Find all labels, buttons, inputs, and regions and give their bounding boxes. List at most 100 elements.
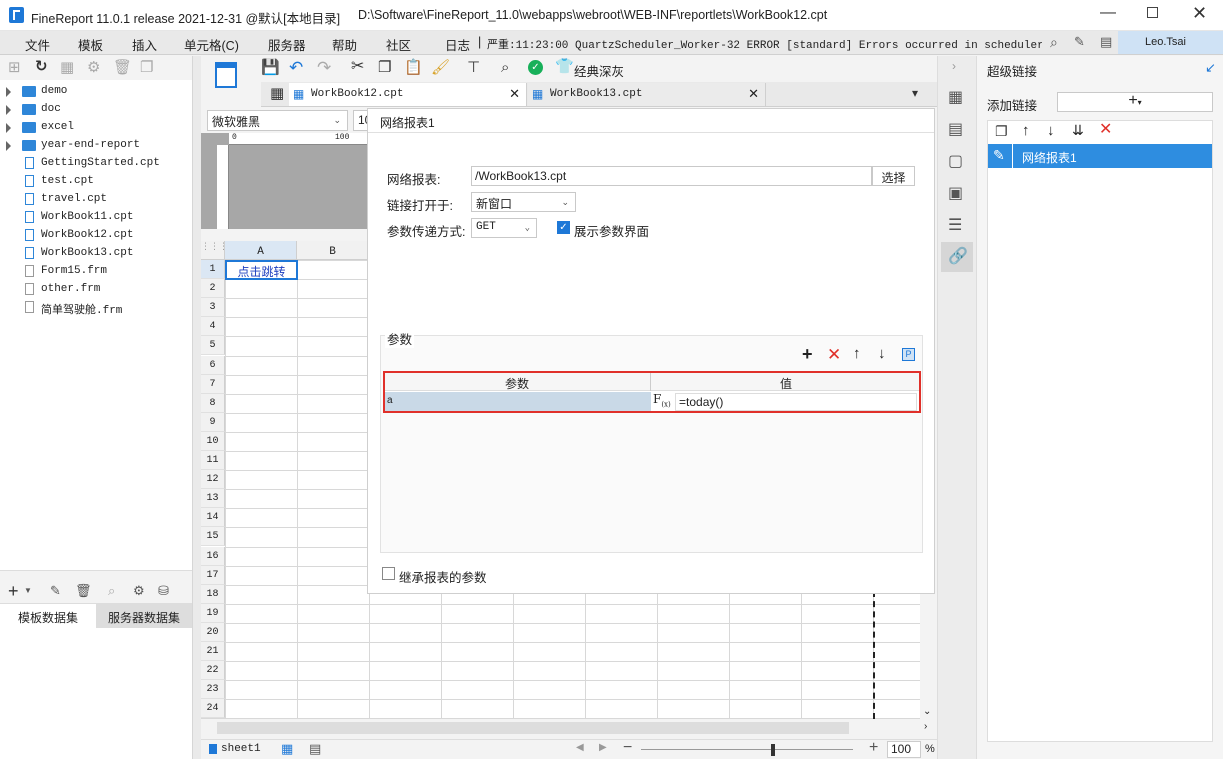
maximize-button[interactable] [1147,7,1158,18]
theme-icon[interactable]: 👕 [555,59,574,74]
preview-icon[interactable]: ⌕ [501,60,509,75]
param-p-icon[interactable]: P [902,348,915,361]
zoom-out-icon[interactable]: − [623,740,632,756]
float-element-icon[interactable]: ▢ [948,154,963,170]
row-header[interactable]: 5 [201,336,225,355]
report-path-input[interactable] [471,166,872,186]
cut-icon[interactable]: ✂ [351,59,364,75]
add-link-button[interactable]: +▾ [1057,92,1213,112]
link-down-icon[interactable]: ↓ [1047,123,1055,138]
menu-cell[interactable]: 单元格(C) [184,35,239,54]
tab-workbook13[interactable]: ▦ WorkBook13.cpt ✕ [528,83,766,106]
minimize-button[interactable]: — [1100,4,1116,22]
feedback-icon[interactable]: ✎ [1074,35,1085,48]
row-header[interactable]: 2 [201,279,225,298]
expand-icon[interactable] [6,87,11,97]
grid-view-icon[interactable]: ▦ [270,86,284,101]
add-poly-sheet-icon[interactable]: ▤ [309,742,321,755]
menu-template[interactable]: 模板 [78,35,103,54]
font-family-select[interactable]: 微软雅黑 ⌄ [207,110,348,131]
select-all-corner[interactable]: ⋮⋮⋮ [201,241,228,260]
row-header[interactable]: 12 [201,470,225,489]
format-painter-icon[interactable]: 🖌 [431,60,450,75]
cell-element-icon[interactable]: ▤ [948,122,963,138]
undo-icon[interactable]: ↶ [289,59,303,76]
zoom-in-icon[interactable]: + [869,740,878,756]
move-up-icon[interactable]: ↑ [853,346,861,361]
scroll-right-icon[interactable]: ▶ [599,743,607,753]
copy-link-icon[interactable]: ❐ [995,124,1008,138]
row-header[interactable]: 6 [201,356,225,375]
row-header[interactable]: 1 [201,260,225,279]
horizontal-scrollbar[interactable]: › [201,719,936,739]
pin-icon[interactable]: ↙ [1205,61,1216,74]
formula-icon[interactable]: F(x) [653,392,671,408]
panel-splitter[interactable] [0,570,192,580]
param-name-cell[interactable] [385,392,651,411]
add-param-icon[interactable]: + [802,345,813,363]
cell-attributes-icon[interactable]: ▦ [948,90,963,106]
copy-icon[interactable]: ❐ [378,60,391,75]
settings-icon[interactable]: ⚙ [87,60,100,75]
redo-icon[interactable]: ↷ [317,59,331,76]
row-header[interactable]: 19 [201,604,225,623]
row-header[interactable]: 23 [201,680,225,699]
expand-icon[interactable] [6,105,11,115]
row-header[interactable]: 13 [201,489,225,508]
database-icon[interactable]: ⛁ [158,584,169,597]
expand-icon[interactable] [6,123,11,133]
inherit-params-checkbox[interactable] [382,567,395,580]
close-tab-icon[interactable]: ✕ [509,86,520,102]
refresh-icon[interactable]: ↻ [35,59,48,74]
edit-icon[interactable]: ▤ [1100,35,1112,48]
menu-help[interactable]: 帮助 [332,35,357,54]
edit-dataset-icon[interactable]: ✎ [50,584,61,597]
row-header[interactable]: 9 [201,413,225,432]
tab-workbook12[interactable]: ▦ WorkBook12.cpt ✕ [289,83,527,106]
dataset-tab-template[interactable]: 模板数据集 [0,604,96,628]
delete-dataset-icon[interactable]: 🗑 [75,584,92,597]
zoom-slider[interactable] [641,749,853,750]
user-name[interactable]: Leo.Tsai [1145,36,1186,48]
delete-param-icon[interactable]: ✕ [827,346,841,363]
row-header[interactable]: 18 [201,585,225,604]
row-header[interactable]: 22 [201,661,225,680]
row-header[interactable]: 21 [201,642,225,661]
expand-icon[interactable] [6,141,11,151]
vertical-scrollbar[interactable]: ⌄ [920,594,936,719]
paste-icon[interactable]: 📋 [404,60,423,75]
menu-server[interactable]: 服务器 [268,35,306,54]
link-bottom-icon[interactable]: ⇊ [1072,123,1084,137]
sheet-tab[interactable]: sheet1 [221,743,261,755]
row-header[interactable]: 11 [201,451,225,470]
log-label[interactable]: 日志 [445,35,470,54]
row-header[interactable]: 8 [201,394,225,413]
vertical-splitter[interactable] [192,56,201,759]
tab-menu-icon[interactable]: ▾ [912,87,918,99]
close-button[interactable]: ✕ [1192,3,1207,24]
choose-button[interactable]: 选择 [872,166,915,186]
row-header[interactable]: 24 [201,699,225,718]
condition-icon[interactable]: ☰ [948,218,962,234]
show-params-checkbox[interactable]: ✓ [557,221,570,234]
zoom-slider-thumb[interactable] [771,744,776,756]
link-up-icon[interactable]: ↑ [1022,123,1030,138]
show-params-label[interactable]: 展示参数界面 [574,221,649,240]
row-header[interactable]: 4 [201,317,225,336]
zoom-input[interactable]: 100 [887,741,921,758]
collapse-icon[interactable]: › [952,60,956,72]
row-header[interactable]: 14 [201,508,225,527]
row-header[interactable]: 20 [201,623,225,642]
widget-icon[interactable]: ▣ [948,186,963,202]
dataset-tab-server[interactable]: 服务器数据集 [96,604,192,628]
menu-file[interactable]: 文件 [25,35,50,54]
edit-link-icon[interactable]: ✎ [993,148,1005,162]
log-message[interactable]: 严重:11:23:00 QuartzScheduler_Worker-32 ER… [487,36,1042,52]
save-icon[interactable]: 💾 [261,60,280,75]
move-down-icon[interactable]: ↓ [878,346,886,361]
row-header[interactable]: 15 [201,527,225,546]
param-method-select[interactable]: GET ⌄ [471,218,537,238]
check-icon[interactable]: ✓ [528,60,543,75]
inherit-params-label[interactable]: 继承报表的参数 [399,567,487,586]
row-header[interactable]: 10 [201,432,225,451]
